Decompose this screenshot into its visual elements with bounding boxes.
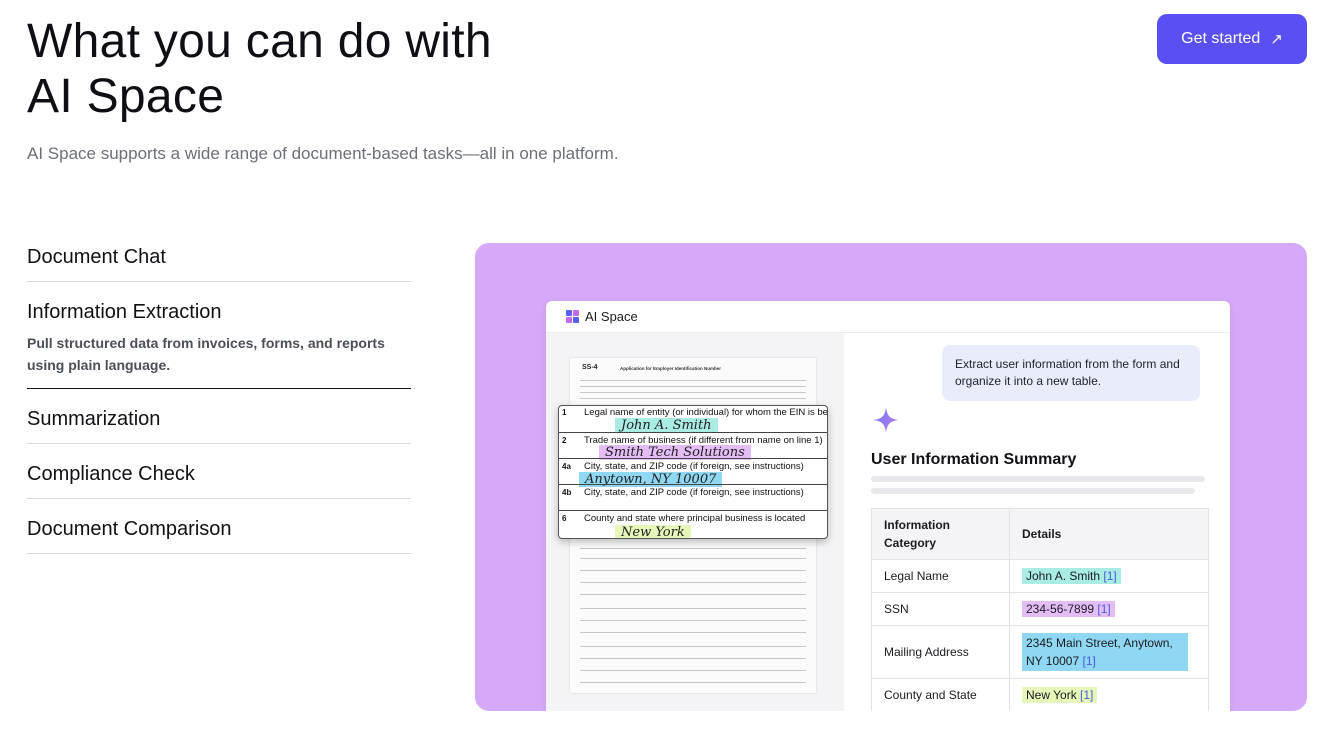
form-code: SS-4: [582, 364, 598, 371]
value-cell: 234-56-7899 [1]: [1009, 592, 1209, 626]
category-cell: Legal Name: [871, 559, 1010, 593]
summary-table: Information Category Details Legal Name …: [871, 508, 1209, 711]
get-started-button[interactable]: Get started ↗: [1157, 14, 1307, 64]
loading-placeholder: [871, 476, 1205, 482]
highlighted-value: New York [1]: [1022, 687, 1098, 703]
form-zoom-lens: 1 Legal name of entity (or individual) f…: [558, 405, 828, 539]
form-row: 4b City, state, and ZIP code (if foreign…: [559, 484, 827, 510]
app-name: AI Space: [585, 309, 638, 324]
feature-title: Compliance Check: [27, 463, 195, 485]
form-heading: Application for Employer Identification …: [620, 366, 722, 371]
category-cell: Mailing Address: [871, 625, 1010, 679]
feature-title: Summarization: [27, 408, 161, 430]
title-line-2: AI Space: [27, 70, 225, 123]
value-cell: New York [1]: [1009, 678, 1209, 711]
table-row: SSN 234-56-7899 [1]: [871, 592, 1209, 626]
app-header: AI Space: [546, 301, 1230, 333]
value-cell: John A. Smith [1]: [1009, 559, 1209, 593]
column-header: Information Category: [871, 508, 1010, 560]
highlighted-value: John A. Smith [1]: [1022, 568, 1121, 584]
citation-link[interactable]: [1]: [1080, 688, 1093, 702]
user-prompt-bubble: Extract user information from the form a…: [942, 345, 1200, 401]
page-title: What you can do with AI Space: [27, 14, 492, 124]
feature-item-summarization[interactable]: Summarization: [27, 389, 411, 444]
page-subtitle: AI Space supports a wide range of docume…: [27, 144, 619, 163]
citation-link[interactable]: [1]: [1097, 602, 1110, 616]
feature-title: Document Chat: [27, 246, 166, 268]
document-viewer: SS-4 Application for Employer Identifica…: [546, 333, 844, 711]
form-row: 2 Trade name of business (if different f…: [559, 432, 827, 460]
value-cell: 2345 Main Street, Anytown, NY 10007 [1]: [1009, 625, 1209, 679]
feature-list: Document Chat Information Extraction Pul…: [27, 227, 411, 554]
get-started-label: Get started: [1181, 30, 1261, 47]
category-cell: County and State: [871, 678, 1010, 711]
feature-item-document-comparison[interactable]: Document Comparison: [27, 499, 411, 554]
category-cell: SSN: [871, 592, 1010, 626]
sparkle-icon: [873, 407, 899, 433]
feature-description: Pull structured data from invoices, form…: [27, 335, 385, 373]
highlighted-value: 234-56-7899 [1]: [1022, 601, 1115, 617]
form-row: 1 Legal name of entity (or individual) f…: [562, 407, 828, 433]
handwritten-value: John A. Smith: [615, 418, 718, 433]
form-row: 4a City, state, and ZIP code (if foreign…: [559, 458, 827, 487]
loading-placeholder: [871, 488, 1195, 494]
chat-pane: Extract user information from the form a…: [844, 333, 1230, 711]
feature-title: Document Comparison: [27, 518, 232, 540]
feature-preview-panel: AI Space SS-4 Application for Employer I…: [475, 243, 1307, 711]
table-row: Legal Name John A. Smith [1]: [871, 559, 1209, 593]
feature-title: Information Extraction: [27, 301, 222, 323]
form-row: 6 County and state where principal busin…: [559, 510, 827, 538]
feature-item-compliance-check[interactable]: Compliance Check: [27, 444, 411, 499]
handwritten-value: New York: [615, 525, 691, 538]
feature-item-document-chat[interactable]: Document Chat: [27, 227, 411, 282]
table-header-row: Information Category Details: [871, 508, 1209, 560]
title-line-1: What you can do with: [27, 15, 492, 68]
ai-space-logo-icon: [566, 310, 579, 323]
summary-title: User Information Summary: [871, 451, 1077, 468]
citation-link[interactable]: [1]: [1083, 654, 1096, 668]
highlighted-value: 2345 Main Street, Anytown, NY 10007 [1]: [1022, 633, 1188, 671]
table-row: County and State New York [1]: [871, 678, 1209, 711]
table-row: Mailing Address 2345 Main Street, Anytow…: [871, 625, 1209, 679]
feature-item-information-extraction[interactable]: Information Extraction Pull structured d…: [27, 282, 411, 389]
column-header: Details: [1009, 508, 1209, 560]
arrow-up-right-icon: ↗: [1270, 31, 1283, 48]
citation-link[interactable]: [1]: [1103, 569, 1116, 583]
app-window: AI Space SS-4 Application for Employer I…: [546, 301, 1230, 711]
